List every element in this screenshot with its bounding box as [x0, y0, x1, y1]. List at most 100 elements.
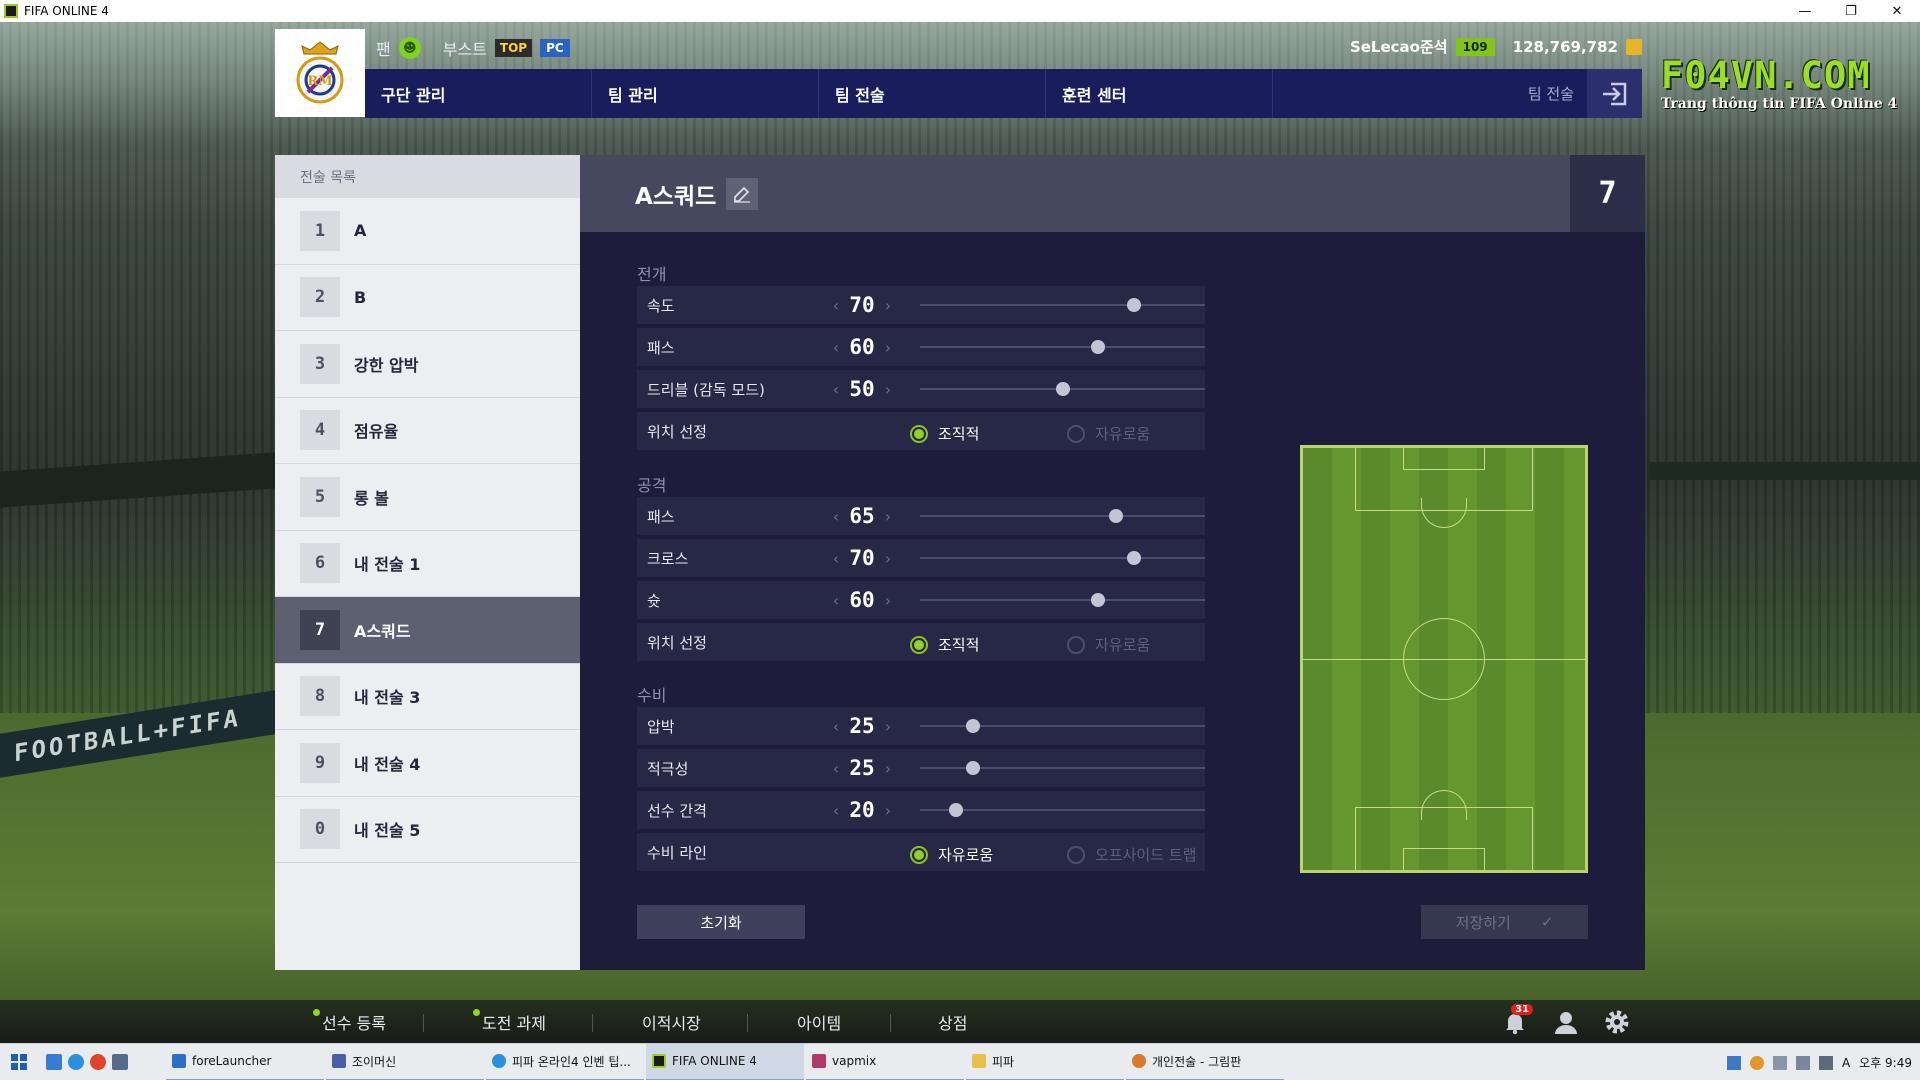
increase-arrow-icon[interactable]: › [879, 549, 897, 568]
slider-knob[interactable] [1091, 593, 1106, 607]
tactic-item-6[interactable]: 6 내 전술 1 [275, 531, 580, 597]
slider-track[interactable] [920, 551, 1205, 565]
exit-button[interactable] [1587, 69, 1642, 118]
radio-cover[interactable]: 자유로움 [910, 844, 993, 865]
slider-track[interactable] [920, 509, 1205, 523]
increase-arrow-icon[interactable]: › [879, 717, 897, 736]
decrease-arrow-icon[interactable]: ‹ [827, 591, 845, 610]
decrease-arrow-icon[interactable]: ‹ [827, 549, 845, 568]
slider-attack-passing[interactable]: 패스 ‹ 65 › [637, 497, 1205, 535]
profile-button[interactable] [1550, 1006, 1582, 1038]
nav-team-management[interactable]: 팀 관리 [592, 69, 819, 118]
tactic-item-5[interactable]: 5 롱 볼 [275, 464, 580, 531]
task-joymachine[interactable]: 조이머신 [326, 1044, 484, 1080]
slider-buildup-passing[interactable]: 패스 ‹ 60 › [637, 328, 1205, 366]
restore-icon[interactable]: ❐ [1828, 0, 1874, 22]
decrease-arrow-icon[interactable]: ‹ [827, 759, 845, 778]
tray-browser-icon[interactable] [1749, 1055, 1764, 1070]
radio-offside-trap[interactable]: 오프사이드 트랩 [1067, 844, 1196, 865]
slider-track[interactable] [920, 298, 1205, 312]
decrease-arrow-icon[interactable]: ‹ [827, 717, 845, 736]
decrease-arrow-icon[interactable]: ‹ [827, 380, 845, 399]
tray-app-icon[interactable] [1726, 1055, 1741, 1070]
slider-knob[interactable] [948, 803, 963, 817]
slider-defence-width[interactable]: 선수 간격 ‹ 20 › [637, 791, 1205, 829]
notification-button[interactable]: 31 [1499, 1004, 1533, 1038]
slider-knob[interactable] [966, 719, 981, 733]
task-paint[interactable]: 개인전술 - 그림판 [1126, 1044, 1284, 1080]
slider-track[interactable] [920, 340, 1205, 354]
tactic-item-0[interactable]: 0 내 전술 5 [275, 797, 580, 863]
ime-indicator[interactable]: A [1842, 1056, 1850, 1070]
tactic-item-8[interactable]: 8 내 전술 3 [275, 664, 580, 730]
start-button[interactable] [0, 1044, 38, 1080]
slider-knob[interactable] [1126, 298, 1141, 312]
slider-track[interactable] [920, 803, 1205, 817]
nav-shop[interactable]: 상점 [938, 1000, 967, 1043]
task-fifa-online[interactable]: FIFA ONLINE 4 [646, 1043, 804, 1080]
increase-arrow-icon[interactable]: › [879, 296, 897, 315]
slider-knob[interactable] [1091, 340, 1106, 354]
nav-items[interactable]: 아이템 [797, 1000, 841, 1043]
task-folder[interactable]: 피파 [966, 1044, 1124, 1080]
network-icon[interactable] [1795, 1055, 1810, 1070]
slider-track[interactable] [920, 719, 1205, 733]
volume-icon[interactable] [1818, 1055, 1833, 1070]
slider-knob[interactable] [966, 761, 981, 775]
minimize-icon[interactable]: — [1782, 0, 1828, 22]
nav-club-management[interactable]: 구단 관리 [365, 69, 592, 118]
ie-icon[interactable] [68, 1054, 84, 1070]
slider-track[interactable] [920, 593, 1205, 607]
club-crest[interactable]: RM [275, 29, 365, 117]
slider-track[interactable] [920, 761, 1205, 775]
nav-challenges[interactable]: 도전 과제 [473, 1000, 546, 1043]
desktop-icon[interactable] [46, 1054, 62, 1070]
tactic-item-2[interactable]: 2B [275, 265, 580, 331]
decrease-arrow-icon[interactable]: ‹ [827, 507, 845, 526]
increase-arrow-icon[interactable]: › [879, 759, 897, 778]
chrome-icon[interactable] [90, 1054, 106, 1070]
task-vapmix[interactable]: vapmix [806, 1044, 964, 1080]
radio-free-form[interactable]: 자유로움 [1067, 423, 1150, 444]
increase-arrow-icon[interactable]: › [879, 801, 897, 820]
slider-knob[interactable] [1108, 509, 1123, 523]
slider-defence-aggression[interactable]: 적극성 ‹ 25 › [637, 749, 1205, 787]
task-forelauncher[interactable]: foreLauncher [166, 1044, 324, 1080]
tactic-item-1[interactable]: 1A [275, 198, 580, 265]
radio-organised[interactable]: 조직적 [910, 423, 979, 444]
slider-attack-crossing[interactable]: 크로스 ‹ 70 › [637, 539, 1205, 577]
tactic-item-9[interactable]: 9 내 전술 4 [275, 730, 580, 797]
increase-arrow-icon[interactable]: › [879, 591, 897, 610]
window-switch-icon[interactable] [112, 1054, 128, 1070]
nav-transfer-market[interactable]: 이적시장 [642, 1000, 701, 1043]
tray-cloud-icon[interactable] [1772, 1055, 1787, 1070]
radio-free-form[interactable]: 자유로움 [1067, 634, 1150, 655]
radio-organised[interactable]: 조직적 [910, 634, 979, 655]
decrease-arrow-icon[interactable]: ‹ [827, 296, 845, 315]
increase-arrow-icon[interactable]: › [879, 507, 897, 526]
nav-training-center[interactable]: 훈련 센터 [1046, 69, 1273, 118]
slider-defence-pressure[interactable]: 압박 ‹ 25 › [637, 707, 1205, 745]
tactic-item-4[interactable]: 4 점유율 [275, 398, 580, 464]
clock[interactable]: 오후 9:49 [1859, 1054, 1912, 1071]
slider-track[interactable] [920, 382, 1205, 396]
slider-attack-shooting[interactable]: 슛 ‹ 60 › [637, 581, 1205, 619]
decrease-arrow-icon[interactable]: ‹ [827, 801, 845, 820]
nav-team-tactics[interactable]: 팀 전술 [819, 69, 1046, 118]
settings-button[interactable] [1601, 1006, 1633, 1038]
increase-arrow-icon[interactable]: › [879, 380, 897, 399]
increase-arrow-icon[interactable]: › [879, 338, 897, 357]
reset-button[interactable]: 초기화 [637, 905, 805, 939]
close-icon[interactable]: ✕ [1874, 0, 1920, 22]
slider-knob[interactable] [1055, 382, 1070, 396]
tactic-item-3[interactable]: 3 강한 압박 [275, 331, 580, 398]
nav-player-registration[interactable]: 선수 등록 [313, 1000, 386, 1043]
rename-button[interactable] [726, 177, 759, 210]
tactic-item-7-selected[interactable]: 7 A스쿼드 [275, 597, 580, 664]
slider-buildup-speed[interactable]: 속도 ‹ 70 › [637, 286, 1205, 324]
save-button[interactable]: 저장하기 ✓ [1421, 905, 1588, 939]
slider-buildup-dribbling[interactable]: 드리블 (감독 모드) ‹ 50 › [637, 370, 1205, 408]
decrease-arrow-icon[interactable]: ‹ [827, 338, 845, 357]
task-inven-browser[interactable]: 피파 온라인4 인벤 팁... [486, 1044, 644, 1080]
slider-knob[interactable] [1126, 551, 1141, 565]
